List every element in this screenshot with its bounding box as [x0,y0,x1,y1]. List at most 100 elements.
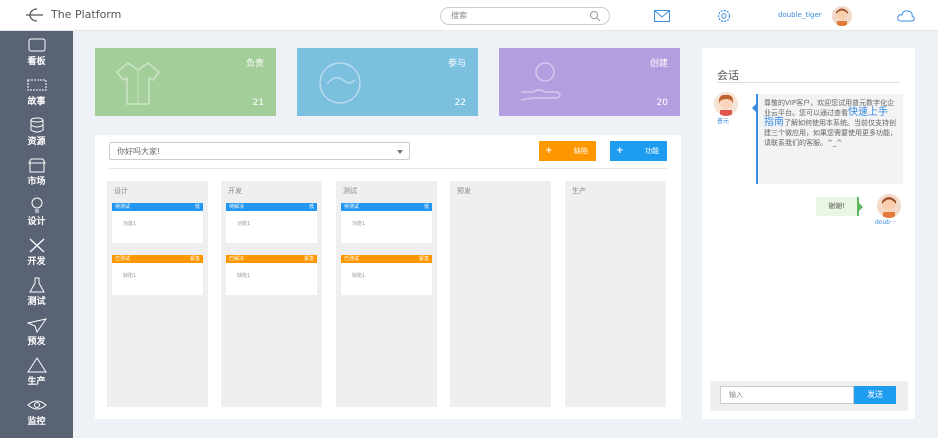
greeting-text: 你好吗大家! [117,147,161,156]
column-title: 开发 [228,187,242,195]
task-text: 功能1 [123,221,137,227]
sidebar-item-test[interactable]: 测试 [0,273,73,313]
chat-title: 会话 [717,69,739,82]
task-header: 已解决 紧急 [226,255,317,263]
task-header: 待测试 低 [112,203,203,211]
user-name: doub··· [875,219,896,226]
task-card[interactable]: 已测试 紧急 缺陷1 [341,255,432,295]
task-text: 功能1 [237,221,251,227]
sidebar-item-resource[interactable]: 资源 [0,113,73,153]
task-header: 已测试 紧急 [112,255,203,263]
sidebar-item-label: 监控 [27,417,46,427]
task-text: 缺陷1 [352,273,366,279]
card-label: 创建 [649,59,668,69]
gear-icon[interactable] [716,8,732,24]
chevron-down-icon [397,150,403,154]
chat-input[interactable]: 输入 [720,386,854,404]
agent-name: 普元 [717,118,730,125]
add-bug-button[interactable]: + 缺陷 [539,141,596,161]
user-message: 谢谢! [816,197,863,216]
task-card[interactable]: 已解决 紧急 缺陷1 [226,255,317,295]
avatar [714,92,738,116]
kanban-column-test: 测试 待测试 低 功能1 已测试 紧急 缺陷1 [336,181,437,407]
kanban-column-develop: 开发 待解决 低 功能1 已解决 紧急 缺陷1 [221,181,322,407]
sidebar-item-develop[interactable]: 开发 [0,233,73,273]
task-status: 已测试 [115,256,131,262]
task-card[interactable]: 待测试 低 功能1 [112,203,203,243]
card-responsible[interactable]: 负责 21 [95,48,276,116]
task-card[interactable]: 已测试 紧急 缺陷1 [112,255,203,295]
task-priority: 紧急 [303,256,314,262]
cloud-icon[interactable] [897,9,915,23]
sidebar-item-label: 生产 [27,377,46,387]
divider [109,168,667,169]
sidebar-item-label: 测试 [27,297,46,307]
task-priority: 低 [308,204,314,210]
sidebar-item-staging[interactable]: 预发 [0,313,73,353]
card-label: 负责 [245,59,264,69]
store-icon [27,158,46,173]
tools-icon [29,238,44,253]
plus-icon: + [616,146,624,156]
sidebar-item-label: 看板 [27,57,46,67]
kanban-panel: 你好吗大家! + 缺陷 + 功能 设计 待测试 低 功能1 已测试 紧急 缺陷1 开… [95,135,681,419]
task-priority: 紧急 [418,256,429,262]
column-title: 设计 [114,187,128,195]
task-priority: 低 [194,204,200,210]
chat-placeholder: 输入 [729,391,743,399]
sidebar-item-story[interactable]: 故事 [0,73,73,113]
card-label: 参与 [447,59,466,69]
triangle-icon [26,357,47,373]
task-status: 待测试 [344,204,360,210]
sidebar-item-label: 预发 [27,337,46,347]
add-feature-button[interactable]: + 功能 [610,141,667,161]
column-title: 测试 [343,187,357,195]
mail-icon[interactable] [654,10,670,22]
task-status: 待测试 [115,204,131,210]
database-icon [30,117,43,133]
task-text: 缺陷1 [237,273,251,279]
username[interactable]: double_tiger [778,11,822,19]
flask-icon [28,277,45,293]
kanban-column-production: 生产 [565,181,666,407]
task-text: 功能1 [352,221,366,227]
column-title: 生产 [572,187,586,195]
sidebar-item-monitor[interactable]: 监控 [0,393,73,433]
button-label: 缺陷 [574,147,588,155]
avatar[interactable] [832,6,852,26]
chat-footer: 输入 发送 [710,381,908,411]
task-header: 已测试 紧急 [341,255,432,263]
user-avatar-icon [836,8,848,26]
kanban-column-staging: 预发 [450,181,551,407]
task-card[interactable]: 待解决 低 功能1 [226,203,317,243]
sidebar-item-design[interactable]: 设计 [0,193,73,233]
task-status: 已解决 [229,256,245,262]
task-header: 待测试 低 [341,203,432,211]
card-created[interactable]: 创建 20 [499,48,680,116]
task-card[interactable]: 待测试 低 功能1 [341,203,432,243]
sidebar-item-market[interactable]: 市场 [0,153,73,193]
film-icon [27,79,46,91]
sidebar-item-label: 设计 [27,217,46,227]
message-text: 了解如何使用本系统。当前仅支持创建三个微应用，如果您需要使用更多功能，请联系我们… [764,119,897,147]
bulb-icon [31,197,42,213]
card-participate[interactable]: 参与 22 [297,48,478,116]
hand-coin-icon [520,62,561,101]
paper-plane-icon [26,318,47,333]
greeting-select[interactable]: 你好吗大家! [109,142,410,160]
agent-message: 尊敬的VIP客户，欢迎您试用普元数字化企业云平台。您可以通过查看快速上手指南了解… [752,94,903,184]
send-button[interactable]: 发送 [854,386,896,404]
search-icon[interactable] [589,10,601,22]
task-header: 待解决 低 [226,203,317,211]
card-count: 20 [656,98,668,108]
logo-icon[interactable] [22,7,44,23]
app-title: The Platform [51,8,122,21]
chat-panel: 会话 普元 尊敬的VIP客户，欢迎您试用普元数字化企业云平台。您可以通过查看快速… [702,48,915,419]
card-count: 22 [454,98,466,108]
sidebar-item-production[interactable]: 生产 [0,353,73,393]
sidebar-item-label: 开发 [27,257,46,267]
board-icon [28,38,45,52]
search-input[interactable]: 搜索 [440,7,610,25]
eye-icon [26,400,47,410]
sidebar-item-board[interactable]: 看板 [0,33,73,73]
